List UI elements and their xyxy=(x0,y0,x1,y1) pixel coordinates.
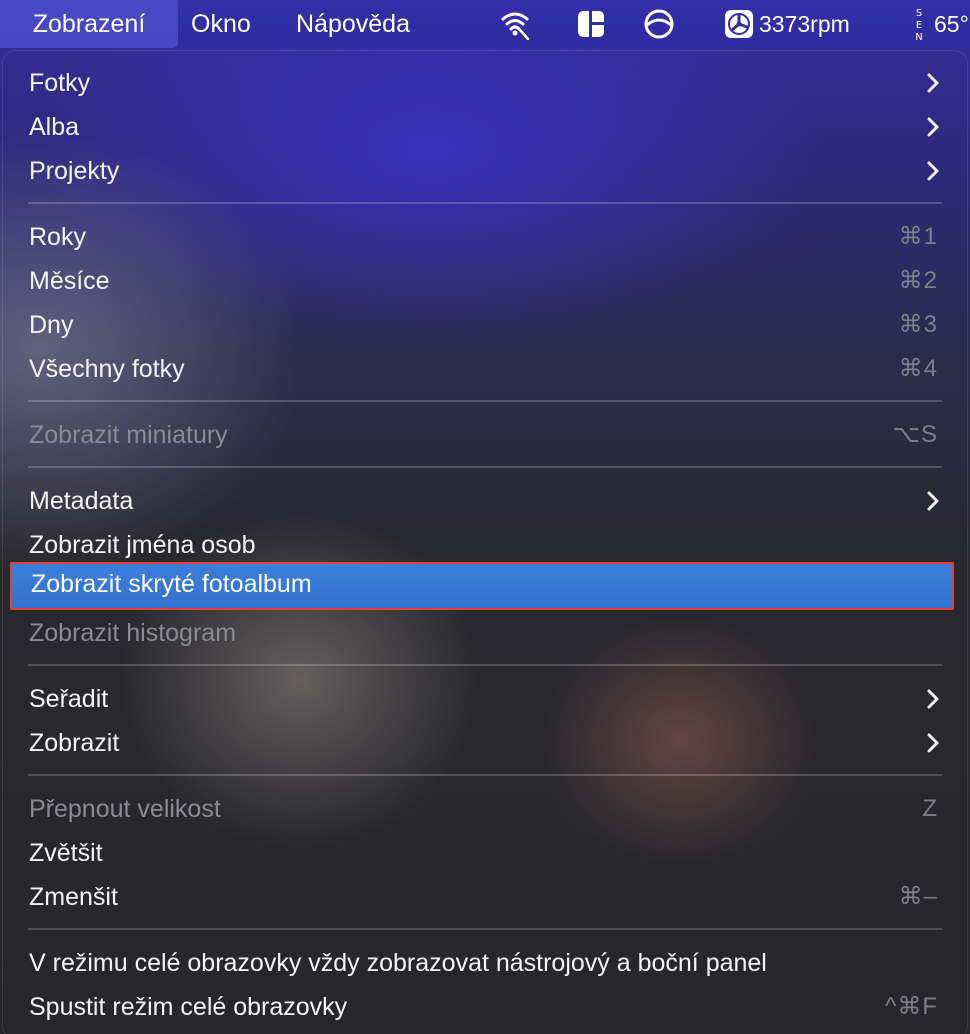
chevron-right-icon xyxy=(927,733,939,753)
menu-item-shortcut: ⌘1 xyxy=(898,223,938,250)
menu-item-label: Alba xyxy=(29,113,80,141)
menu-item-zmensit[interactable]: Zmenšit ⌘– xyxy=(2,875,968,919)
fan-icon[interactable] xyxy=(722,6,756,42)
menu-item-label: Fotky xyxy=(29,69,91,97)
chevron-right-icon xyxy=(927,491,939,511)
menu-item-zobrazit-histogram: Zobrazit histogram xyxy=(2,611,968,655)
menu-item-label: Dny xyxy=(29,311,74,339)
menu-item-label: Zobrazit miniatury xyxy=(29,421,228,449)
chevron-right-icon xyxy=(927,161,939,181)
menu-item-label: Zobrazit skryté fotoalbum xyxy=(31,570,312,598)
menu-item-shortcut: ⌘– xyxy=(898,883,938,910)
chevron-right-icon xyxy=(927,117,939,137)
menu-item-label: Zmenšit xyxy=(29,883,118,911)
chevron-right-icon xyxy=(927,689,939,709)
menu-separator xyxy=(28,664,942,666)
menu-separator xyxy=(28,928,942,930)
svg-text:N: N xyxy=(915,32,922,43)
menu-item-label: Měsíce xyxy=(29,267,110,295)
menu-item-label: Roky xyxy=(29,223,86,251)
menu-item-shortcut: Z xyxy=(922,795,938,822)
temperature-readout: 65° xyxy=(934,11,969,37)
menu-item-label: Zobrazit jména osob xyxy=(29,531,256,559)
menu-separator xyxy=(28,400,942,402)
menu-item-shortcut: ^⌘F xyxy=(885,993,938,1020)
menu-item-label: Přepnout velikost xyxy=(29,795,221,823)
window-layout-icon[interactable] xyxy=(574,6,608,42)
menu-item-label: Spustit režim celé obrazovky xyxy=(29,993,348,1021)
menu-item-fotky[interactable]: Fotky xyxy=(2,61,968,105)
menu-item-label: V režimu celé obrazovky vždy zobrazovat … xyxy=(29,949,767,977)
sensor-icon: S E N xyxy=(910,4,928,44)
menu-item-roky[interactable]: Roky ⌘1 xyxy=(2,215,968,259)
menu-item-seradit[interactable]: Seřadit xyxy=(2,677,968,721)
menu-item-fullscreen-toolbar[interactable]: V režimu celé obrazovky vždy zobrazovat … xyxy=(2,941,968,985)
menu-item-label: Všechny fotky xyxy=(29,355,185,383)
menu-okno[interactable]: Okno xyxy=(191,0,251,48)
svg-text:E: E xyxy=(916,20,922,31)
view-menu-dropdown: Fotky Alba Projekty Roky ⌘1 Měsíce ⌘2 Dn… xyxy=(2,50,968,1034)
menu-item-zvetsit[interactable]: Zvětšit xyxy=(2,831,968,875)
menu-separator xyxy=(28,202,942,204)
menu-item-dny[interactable]: Dny ⌘3 xyxy=(2,303,968,347)
menu-item-spustit-rezim-cele-obrazovky[interactable]: Spustit režim celé obrazovky ^⌘F xyxy=(2,985,968,1029)
fan-speed-readout: 3373rpm xyxy=(759,11,850,37)
menu-item-zobrazit-skryte-fotoalbum[interactable]: Zobrazit skryté fotoalbum xyxy=(10,562,954,610)
menu-item-vsechny-fotky[interactable]: Všechny fotky ⌘4 xyxy=(2,347,968,391)
menu-item-metadata[interactable]: Metadata xyxy=(2,479,968,523)
menu-item-shortcut: ⌥S xyxy=(892,421,938,448)
svg-text:S: S xyxy=(916,8,922,19)
menu-separator xyxy=(28,774,942,776)
menu-item-shortcut: ⌘2 xyxy=(898,267,938,294)
wifi-icon[interactable] xyxy=(498,6,532,42)
menu-bar: Zobrazení Okno Nápověda 3373rpm S E N 65… xyxy=(0,0,970,48)
circle-icon[interactable] xyxy=(641,6,677,42)
menu-item-zobrazit-miniatury: Zobrazit miniatury ⌥S xyxy=(2,413,968,457)
menu-item-label: Zobrazit histogram xyxy=(29,619,237,647)
menu-item-shortcut: ⌘4 xyxy=(898,355,938,382)
menu-item-shortcut: ⌘3 xyxy=(898,311,938,338)
menu-item-label: Zobrazit xyxy=(29,729,120,757)
menu-napoveda[interactable]: Nápověda xyxy=(296,0,410,48)
menu-item-label: Projekty xyxy=(29,157,120,185)
menu-item-projekty[interactable]: Projekty xyxy=(2,149,968,193)
menu-item-zobrazit-jmena-osob[interactable]: Zobrazit jména osob xyxy=(2,523,968,567)
menu-item-prepnout-velikost: Přepnout velikost Z xyxy=(2,787,968,831)
chevron-right-icon xyxy=(927,73,939,93)
menu-item-mesice[interactable]: Měsíce ⌘2 xyxy=(2,259,968,303)
menu-item-zobrazit[interactable]: Zobrazit xyxy=(2,721,968,765)
menu-item-alba[interactable]: Alba xyxy=(2,105,968,149)
menu-separator xyxy=(28,466,942,468)
menu-item-label: Zvětšit xyxy=(29,839,103,867)
menu-item-label: Metadata xyxy=(29,487,134,515)
menu-zobrazeni[interactable]: Zobrazení xyxy=(0,0,178,48)
menu-item-label: Seřadit xyxy=(29,685,109,713)
